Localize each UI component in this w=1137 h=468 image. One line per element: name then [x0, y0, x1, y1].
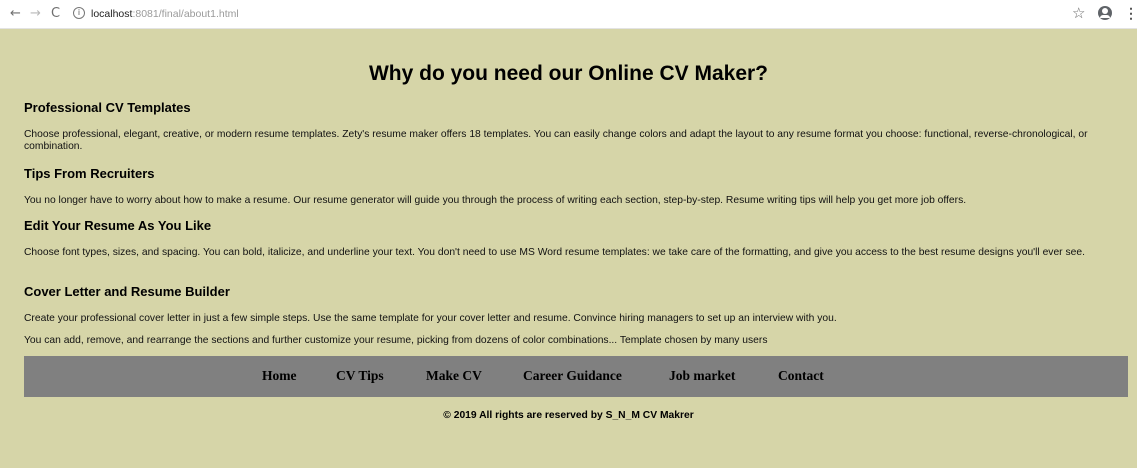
footer-navigation: Home CV Tips Make CV Career Guidance Job… — [24, 356, 1128, 397]
nav-link-job-market[interactable]: Job market — [669, 368, 735, 384]
page-title: Why do you need our Online CV Maker? — [368, 62, 769, 85]
section-heading-tips-from-recruiters: Tips From Recruiters — [24, 166, 155, 181]
section-text-cover-letter-builder: Create your professional cover letter in… — [24, 313, 837, 324]
section-text-tips-from-recruiters: You no longer have to worry about how to… — [24, 195, 967, 206]
extra-paragraph: You can add, remove, and rearrange the s… — [24, 335, 768, 346]
section-heading-edit-your-resume: Edit Your Resume As You Like — [24, 218, 212, 233]
site-info-icon[interactable]: i — [73, 7, 85, 19]
account-icon[interactable] — [1098, 6, 1112, 20]
back-arrow-icon[interactable]: ← — [10, 7, 21, 21]
reload-icon[interactable]: C — [51, 7, 60, 21]
url-host: localhost — [91, 8, 133, 20]
nav-link-career-guidance[interactable]: Career Guidance — [523, 368, 622, 384]
nav-link-cv-tips[interactable]: CV Tips — [336, 368, 384, 384]
address-bar[interactable]: localhost:8081/final/about1.html — [91, 7, 239, 21]
copyright-text: © 2019 All rights are reserved by S_N_M … — [443, 410, 694, 421]
bookmark-star-icon[interactable]: ☆ — [1072, 5, 1085, 22]
browser-menu-icon[interactable]: ⋮ — [1124, 5, 1137, 21]
section-heading-professional-cv-templates: Professional CV Templates — [24, 100, 191, 115]
url-path: :8081/final/about1.html — [132, 8, 239, 20]
forward-arrow-icon[interactable]: → — [30, 7, 41, 21]
nav-link-contact[interactable]: Contact — [778, 368, 824, 384]
section-text-professional-cv-templates: Choose professional, elegant, creative, … — [24, 129, 1088, 152]
section-heading-cover-letter-builder: Cover Letter and Resume Builder — [24, 284, 230, 299]
browser-toolbar: ← → C i localhost:8081/final/about1.html… — [0, 0, 1137, 29]
section-text-edit-your-resume: Choose font types, sizes, and spacing. Y… — [24, 247, 1085, 258]
nav-link-home[interactable]: Home — [262, 368, 297, 384]
nav-link-make-cv[interactable]: Make CV — [426, 368, 482, 384]
